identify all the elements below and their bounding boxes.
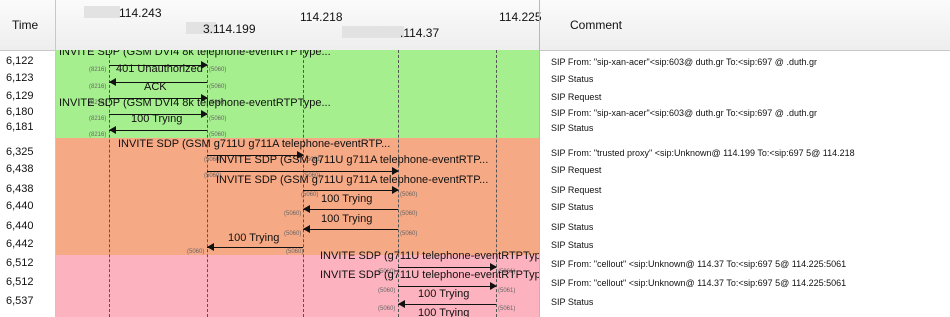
comment-cell[interactable]: SIP Status xyxy=(551,240,593,250)
redacted-ip xyxy=(342,26,404,38)
column-header-bar: Time 114.243 3.114.199 114.218 .114.37 1… xyxy=(0,0,950,51)
host-label: 114.218 xyxy=(300,10,343,24)
sip-message-arrow[interactable] xyxy=(398,286,496,287)
time-header-label: Time xyxy=(12,18,39,32)
time-column-header[interactable]: Time xyxy=(0,0,56,50)
sip-message-label[interactable]: INVITE SDP (GSM DVI4 8k telephone-eventR… xyxy=(59,97,331,109)
comment-column-header[interactable]: Comment xyxy=(540,0,949,50)
comment-cell[interactable]: SIP Request xyxy=(551,92,601,102)
comment-cell[interactable]: SIP Status xyxy=(551,74,593,84)
time-column: 6,122 6,123 6,129 6,180 6,181 6,325 6,438 6,438… xyxy=(0,50,56,317)
time-cell[interactable]: 6,440 xyxy=(6,220,34,232)
source-port: (8216) xyxy=(89,132,107,138)
sip-message-arrow[interactable] xyxy=(303,209,398,210)
time-cell[interactable]: 6,129 xyxy=(6,90,34,102)
time-cell[interactable]: 6,325 xyxy=(6,146,34,158)
time-cell[interactable]: 6,438 xyxy=(6,163,34,175)
sip-message-label[interactable]: INVITE SDP (g711U telephone-eventRTPTyp xyxy=(320,269,539,281)
sip-message-label[interactable]: INVITE SDP (GSM g711U g711A telephone-ev… xyxy=(118,138,390,150)
sip-message-label[interactable]: 100 Trying xyxy=(418,307,469,317)
sip-message-label[interactable]: INVITE SDP (GSM DVI4 8k telephone-eventR… xyxy=(59,50,331,58)
sip-message-arrow[interactable] xyxy=(109,130,207,131)
arrowhead-icon xyxy=(109,78,116,86)
arrowhead-icon xyxy=(392,186,399,194)
time-cell[interactable]: 6,123 xyxy=(6,72,34,84)
comment-cell[interactable]: SIP Request xyxy=(551,165,601,175)
time-cell[interactable]: 6,537 xyxy=(6,295,34,307)
arrowhead-icon xyxy=(201,110,208,118)
time-cell[interactable]: 6,440 xyxy=(6,200,34,212)
time-cell[interactable]: 6,438 xyxy=(6,183,34,195)
time-cell[interactable]: 6,442 xyxy=(6,238,34,250)
lifeline xyxy=(207,50,208,317)
sip-message-label[interactable]: 401 Unauthorized xyxy=(116,63,203,75)
dest-port: (5061) xyxy=(498,288,516,294)
lifeline xyxy=(109,50,110,317)
sip-message-label[interactable]: INVITE SDP (g711U telephone-eventRTPTyp xyxy=(320,250,539,262)
arrowhead-icon xyxy=(303,225,310,233)
dest-port: (5060) xyxy=(400,231,418,237)
sip-message-arrow[interactable] xyxy=(398,267,496,268)
comment-cell[interactable]: SIP Request xyxy=(551,185,601,195)
host-label: .114.37 xyxy=(400,26,440,40)
comment-cell[interactable]: SIP Status xyxy=(551,297,593,307)
host-label: 114.225 xyxy=(499,10,542,24)
dest-port: (5060) xyxy=(209,116,227,122)
time-cell[interactable]: 6,512 xyxy=(6,276,34,288)
time-cell[interactable]: 6,181 xyxy=(6,121,34,133)
sip-message-label[interactable]: 100 Trying xyxy=(321,213,372,225)
host-label: 3.114.199 xyxy=(203,22,256,36)
host-label: 114.243 xyxy=(119,6,162,20)
sip-message-arrow[interactable] xyxy=(303,190,398,191)
sip-message-label[interactable]: 100 Trying xyxy=(131,113,182,125)
source-port: (8216) xyxy=(89,84,107,90)
comment-column: SIP From: "sip-xan-acer"<sip:603@ duth.g… xyxy=(540,50,950,317)
comment-cell[interactable]: SIP From: "cellout" <sip:Unknown@ 114.37… xyxy=(551,259,846,269)
dest-port: (5061) xyxy=(498,306,516,312)
comment-cell[interactable]: SIP From: "cellout" <sip:Unknown@ 114.37… xyxy=(551,278,846,288)
comment-cell[interactable]: SIP From: "sip-xan-acer"<sip:603@ duth.g… xyxy=(551,108,817,118)
sip-message-arrow[interactable] xyxy=(207,171,398,172)
comment-cell[interactable]: SIP Status xyxy=(551,222,593,232)
sip-message-label[interactable]: 100 Trying xyxy=(228,232,279,244)
sip-message-label[interactable]: 100 Trying xyxy=(418,288,469,300)
dest-port: (5060) xyxy=(400,192,418,198)
sip-message-arrow[interactable] xyxy=(398,304,496,305)
source-port: (8216) xyxy=(89,67,107,73)
source-port: (5060) xyxy=(378,288,396,294)
comment-cell[interactable]: SIP From: "sip-xan-acer"<sip:603@ duth.g… xyxy=(551,57,817,67)
arrowhead-icon xyxy=(109,126,116,134)
comment-cell[interactable]: SIP Status xyxy=(551,202,593,212)
comment-cell[interactable]: SIP Status xyxy=(551,123,593,133)
time-cell[interactable]: 6,512 xyxy=(6,257,34,269)
source-port: (5060) xyxy=(301,192,319,198)
source-port: (5060) xyxy=(284,231,302,237)
sip-message-label[interactable]: ACK xyxy=(144,81,167,93)
sip-message-label[interactable]: 100 Trying xyxy=(321,193,372,205)
arrowhead-icon xyxy=(398,300,405,308)
dest-port: (5060) xyxy=(400,211,418,217)
sip-message-label[interactable]: INVITE SDP (GSM g711U g711A telephone-ev… xyxy=(216,154,488,166)
time-cell[interactable]: 6,122 xyxy=(6,55,34,67)
arrowhead-icon xyxy=(303,205,310,213)
dest-port: (5060) xyxy=(209,84,227,90)
source-port: (5060) xyxy=(284,211,302,217)
arrowhead-icon xyxy=(490,282,497,290)
sip-message-arrow[interactable] xyxy=(303,229,398,230)
source-port: (5060) xyxy=(378,306,396,312)
dest-port: (5060) xyxy=(286,249,304,255)
sip-message-label[interactable]: INVITE SDP (GSM g711U g711A telephone-ev… xyxy=(216,174,488,186)
comment-cell[interactable]: SIP From: "trusted proxy" <sip:Unknown@ … xyxy=(551,148,855,158)
time-cell[interactable]: 6,180 xyxy=(6,106,34,118)
dest-port: (5060) xyxy=(209,67,227,73)
sequence-diagram[interactable]: INVITE SDP (GSM DVI4 8k telephone-eventR… xyxy=(56,50,539,317)
source-port: (8216) xyxy=(89,116,107,122)
arrowhead-icon xyxy=(207,243,214,251)
hosts-header: 114.243 3.114.199 114.218 .114.37 114.22… xyxy=(56,0,542,50)
sip-message-arrow[interactable] xyxy=(207,247,303,248)
source-port: (5060) xyxy=(187,249,205,255)
comment-header-label: Comment xyxy=(570,18,623,32)
redacted-ip xyxy=(84,6,120,18)
